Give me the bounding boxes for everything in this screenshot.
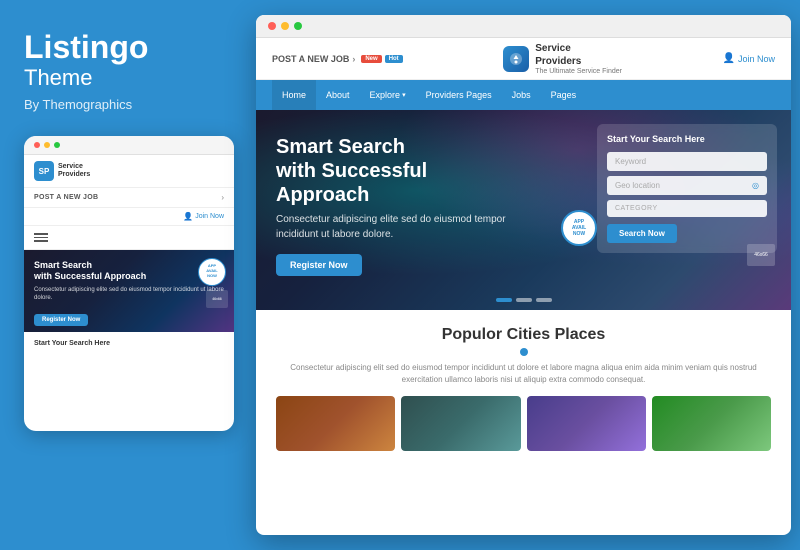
- browser-dot-red: [268, 22, 276, 30]
- site-logo-name: ServiceProviders: [535, 42, 622, 68]
- mobile-dot-green: [54, 142, 60, 148]
- mobile-post-job-label: POST A NEW JOB: [34, 194, 98, 201]
- brand-by: By Themographics: [24, 97, 226, 112]
- post-job-link[interactable]: POST A NEW JOB: [272, 54, 355, 64]
- mobile-join-btn[interactable]: 👤 Join Now: [183, 212, 224, 221]
- hero-section: Smart Search with Successful Approach Co…: [256, 110, 791, 310]
- indicator-dot-1[interactable]: [496, 298, 512, 302]
- mobile-search-section: Start Your Search Here: [24, 332, 234, 360]
- mobile-logo-text: ServiceProviders: [58, 163, 90, 180]
- section-dot: [520, 348, 528, 356]
- section-indicator: [276, 348, 771, 356]
- new-tag: New: [361, 55, 381, 63]
- content-section: Populor Cities Places Consectetur adipis…: [256, 310, 791, 461]
- nav-item-providers[interactable]: Providers Pages: [416, 80, 502, 110]
- mobile-dot-red: [34, 142, 40, 148]
- search-widget: Start Your Search Here Keyword Geo locat…: [597, 124, 777, 253]
- section-desc: Consectetur adipiscing elit sed do eiusm…: [276, 362, 771, 386]
- brand-title: Listingo: [24, 30, 226, 65]
- browser-dot-yellow: [281, 22, 289, 30]
- desktop-preview-label: 46x66: [747, 244, 775, 266]
- mobile-hamburger[interactable]: [24, 226, 234, 250]
- hero-indicator: [496, 298, 552, 302]
- hot-tag: Hot: [385, 55, 403, 63]
- mobile-register-btn[interactable]: Register Now: [34, 314, 88, 326]
- desktop-app-badge: APPAVAILNOW: [561, 210, 597, 246]
- mobile-search-title: Start Your Search Here: [34, 340, 224, 347]
- left-panel: Listingo Theme By Themographics SP Servi…: [0, 0, 250, 550]
- indicator-dot-2[interactable]: [516, 298, 532, 302]
- browser-dot-green: [294, 22, 302, 30]
- join-now-link[interactable]: 👤 Join Now: [723, 53, 775, 64]
- site-logo: ServiceProviders The Ultimate Service Fi…: [503, 42, 622, 75]
- city-images: [276, 396, 771, 451]
- indicator-dot-3[interactable]: [536, 298, 552, 302]
- brand-subtitle: Theme: [24, 65, 226, 91]
- mobile-app-badge: APPAVAILNOW: [198, 258, 226, 286]
- site-logo-tagline: The Ultimate Service Finder: [535, 68, 622, 75]
- hero-subtitle: Consectetur adipiscing elite sed do eius…: [276, 212, 516, 242]
- site-header: POST A NEW JOB New Hot ServiceProviders …: [256, 38, 791, 80]
- hamburger-line: [34, 233, 48, 235]
- nav-item-explore[interactable]: Explore ▾: [360, 80, 416, 110]
- mobile-preview-label: 46x66: [206, 290, 228, 308]
- nav-item-jobs[interactable]: Jobs: [502, 80, 541, 110]
- city-image-1: [276, 396, 395, 451]
- mobile-join-bar: 👤 Join Now: [24, 208, 234, 226]
- hero-content: Smart Search with Successful Approach Co…: [276, 135, 516, 276]
- search-widget-title: Start Your Search Here: [607, 134, 767, 144]
- geo-input[interactable]: Geo location ◎: [607, 176, 767, 195]
- search-btn[interactable]: Search Now: [607, 224, 677, 243]
- nav-item-pages[interactable]: Pages: [541, 80, 587, 110]
- city-image-3: [527, 396, 646, 451]
- hero-title: Smart Search with Successful Approach: [276, 135, 516, 207]
- mobile-browser-bar: [24, 136, 234, 155]
- register-now-btn[interactable]: Register Now: [276, 254, 362, 276]
- mobile-hero-body: Consectetur adipiscing elite sed do eius…: [34, 286, 224, 303]
- mobile-logo-bar: SP ServiceProviders: [24, 155, 234, 188]
- site-logo-icon: [503, 46, 529, 72]
- nav-item-about[interactable]: About: [316, 80, 360, 110]
- mobile-logo-icon: SP: [34, 161, 54, 181]
- mobile-mockup: SP ServiceProviders POST A NEW JOB › 👤 J…: [24, 136, 234, 431]
- city-image-2: [401, 396, 520, 451]
- nav-item-home[interactable]: Home: [272, 80, 316, 110]
- browser-bar: [256, 15, 791, 38]
- mobile-hero-title: Smart Search with Successful Approach: [34, 260, 224, 283]
- keyword-input[interactable]: Keyword: [607, 152, 767, 171]
- mobile-dot-yellow: [44, 142, 50, 148]
- mobile-hero: Smart Search with Successful Approach Co…: [24, 250, 234, 332]
- category-input[interactable]: CATEGORY: [607, 200, 767, 217]
- section-title: Populor Cities Places: [276, 326, 771, 344]
- hamburger-line: [34, 237, 48, 239]
- mobile-post-job-bar: POST A NEW JOB ›: [24, 188, 234, 208]
- hamburger-line: [34, 240, 48, 242]
- city-image-4: [652, 396, 771, 451]
- main-nav: Home About Explore ▾ Providers Pages Job…: [256, 80, 791, 110]
- desktop-mockup: POST A NEW JOB New Hot ServiceProviders …: [256, 15, 791, 535]
